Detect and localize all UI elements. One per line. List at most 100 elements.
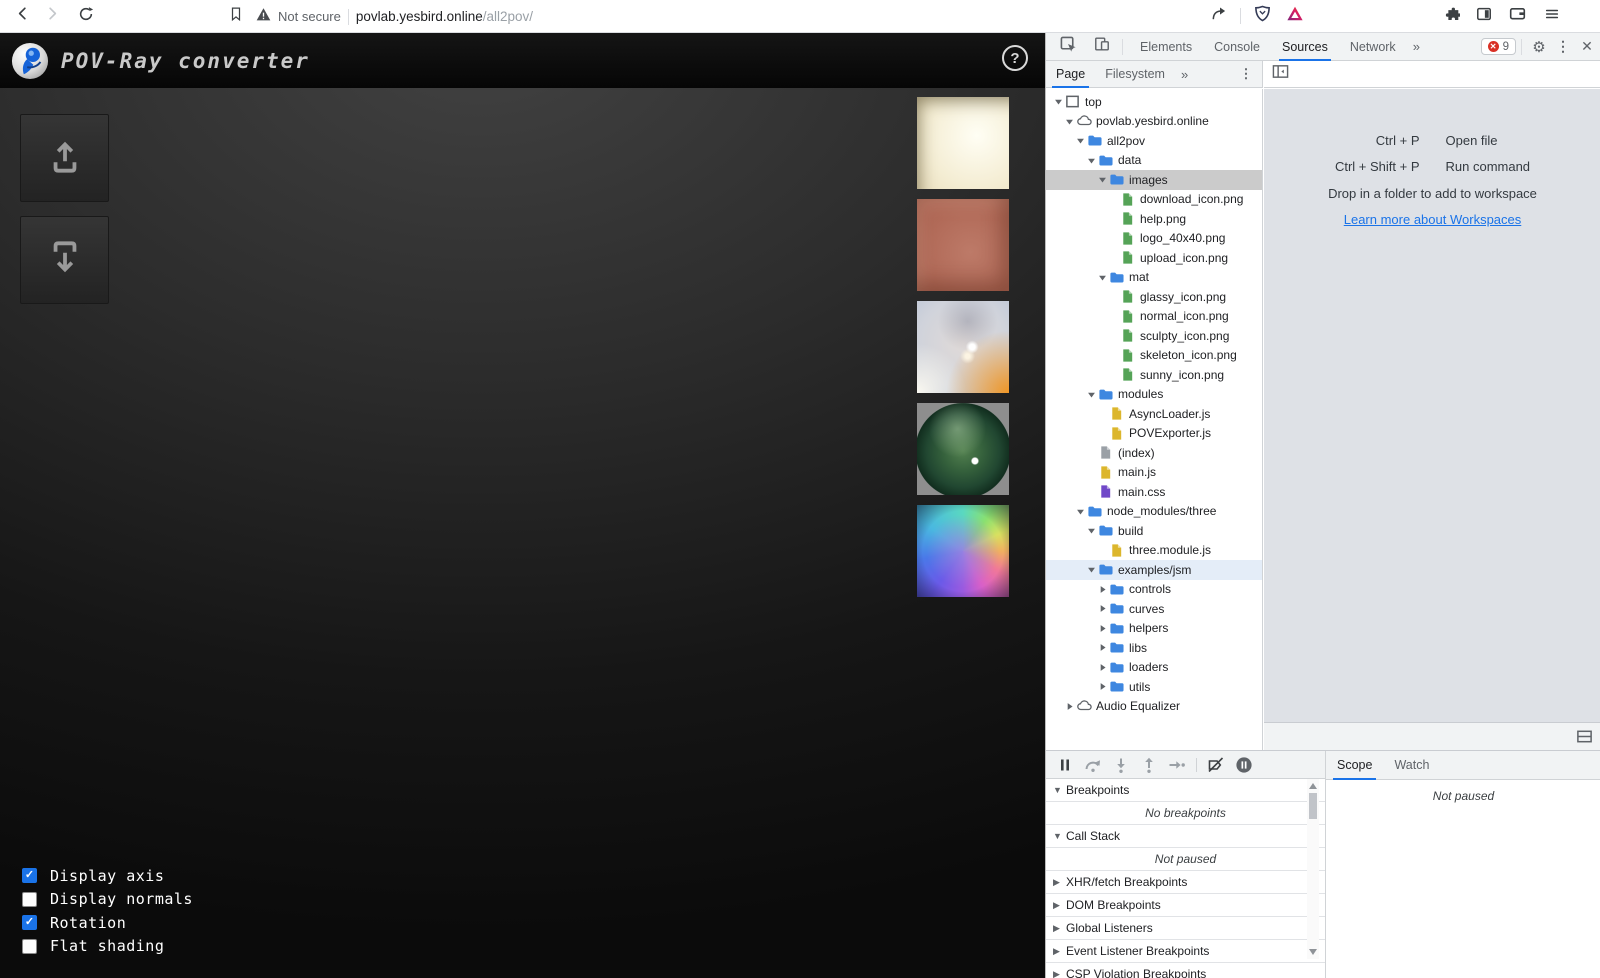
expander-open-icon[interactable]: [1096, 175, 1109, 184]
tree-item[interactable]: images: [1046, 170, 1263, 190]
option-row-flat-shading[interactable]: Flat shading: [22, 935, 193, 959]
address-bar[interactable]: povlab.yesbird.online/all2pov/: [356, 9, 533, 24]
tree-item[interactable]: curves: [1046, 599, 1263, 619]
scrollbar-thumb[interactable]: [1309, 793, 1317, 819]
section-header-xhr-fetch-breakpoints[interactable]: ▶XHR/fetch Breakpoints: [1046, 871, 1325, 894]
expander-open-icon[interactable]: [1085, 526, 1098, 535]
checkbox-unchecked[interactable]: [22, 892, 37, 907]
tree-item[interactable]: build: [1046, 521, 1263, 541]
tree-item[interactable]: (index): [1046, 443, 1263, 463]
tree-item[interactable]: data: [1046, 151, 1263, 171]
back-button[interactable]: [8, 2, 36, 30]
scroll-up-icon[interactable]: [1309, 783, 1317, 789]
tree-item[interactable]: all2pov: [1046, 131, 1263, 151]
section-header-csp-violation-breakpoints[interactable]: ▶CSP Violation Breakpoints: [1046, 963, 1325, 978]
step-into-icon[interactable]: [1112, 756, 1130, 774]
tree-item[interactable]: POVExporter.js: [1046, 424, 1263, 444]
section-header-call-stack[interactable]: ▼Call Stack: [1046, 825, 1325, 848]
expander-closed-icon[interactable]: [1096, 624, 1109, 633]
device-toolbar-button[interactable]: [1088, 33, 1116, 61]
brave-shield-button[interactable]: [1248, 2, 1276, 30]
checkbox-checked[interactable]: ✓: [22, 868, 37, 883]
expander-open-icon[interactable]: [1085, 565, 1098, 574]
tab-console[interactable]: Console: [1203, 33, 1271, 61]
clay-sphere-thumbnail[interactable]: [917, 199, 1009, 291]
more-navigator-tabs-icon[interactable]: »: [1175, 67, 1194, 82]
pause-on-exceptions-icon[interactable]: [1235, 756, 1253, 774]
tree-item[interactable]: controls: [1046, 580, 1263, 600]
green-glass-sphere-thumbnail[interactable]: [917, 403, 1009, 495]
tab-sources[interactable]: Sources: [1271, 33, 1339, 61]
tree-item[interactable]: sunny_icon.png: [1046, 365, 1263, 385]
tree-item[interactable]: upload_icon.png: [1046, 248, 1263, 268]
tree-item[interactable]: glassy_icon.png: [1046, 287, 1263, 307]
option-row-rotation[interactable]: ✓Rotation: [22, 911, 193, 935]
share-button[interactable]: [1204, 2, 1232, 30]
hide-navigator-icon[interactable]: [1272, 63, 1289, 85]
bookmark-button[interactable]: [222, 2, 250, 30]
more-tabs-icon[interactable]: »: [1407, 39, 1426, 54]
deactivate-breakpoints-icon[interactable]: [1207, 756, 1225, 774]
expander-closed-icon[interactable]: [1096, 585, 1109, 594]
navigator-menu-icon[interactable]: ⋮: [1234, 62, 1258, 86]
tree-item[interactable]: skeleton_icon.png: [1046, 346, 1263, 366]
expander-open-icon[interactable]: [1085, 390, 1098, 399]
tab-scope[interactable]: Scope: [1326, 751, 1383, 780]
expander-open-icon[interactable]: [1052, 97, 1065, 106]
tree-item[interactable]: top: [1046, 92, 1263, 112]
inspect-element-button[interactable]: [1054, 33, 1082, 61]
glassy-sphere-thumbnail[interactable]: [917, 301, 1009, 393]
browser-menu-button[interactable]: [1538, 2, 1566, 30]
wallet-button[interactable]: [1503, 2, 1531, 30]
tab-elements[interactable]: Elements: [1129, 33, 1203, 61]
step-out-icon[interactable]: [1140, 756, 1158, 774]
download-pov-button[interactable]: [20, 216, 109, 304]
settings-gear-icon[interactable]: ⚙: [1527, 35, 1551, 59]
tab-watch[interactable]: Watch: [1383, 751, 1440, 780]
expander-closed-icon[interactable]: [1096, 643, 1109, 652]
reload-button[interactable]: [72, 2, 100, 30]
expander-open-icon[interactable]: [1096, 273, 1109, 282]
site-security-chip[interactable]: Not secure povlab.yesbird.online/all2pov…: [256, 0, 533, 33]
scroll-down-icon[interactable]: [1309, 949, 1317, 955]
tree-item[interactable]: logo_40x40.png: [1046, 229, 1263, 249]
devtools-menu-icon[interactable]: ⋮: [1551, 35, 1575, 59]
expander-closed-icon[interactable]: [1096, 663, 1109, 672]
upload-model-button[interactable]: [20, 114, 109, 202]
tree-item[interactable]: sculpty_icon.png: [1046, 326, 1263, 346]
tree-item[interactable]: help.png: [1046, 209, 1263, 229]
section-header-dom-breakpoints[interactable]: ▶DOM Breakpoints: [1046, 894, 1325, 917]
normal-map-sphere-thumbnail[interactable]: [917, 505, 1009, 597]
expander-closed-icon[interactable]: [1063, 702, 1076, 711]
brave-rewards-button[interactable]: [1281, 2, 1309, 30]
panel-layout-toggle-icon[interactable]: [1576, 728, 1593, 750]
tree-item[interactable]: mat: [1046, 268, 1263, 288]
close-devtools-icon[interactable]: ✕: [1575, 35, 1599, 59]
expander-closed-icon[interactable]: [1096, 682, 1109, 691]
sidebar-button[interactable]: [1470, 2, 1498, 30]
expander-open-icon[interactable]: [1074, 507, 1087, 516]
step-icon[interactable]: [1168, 756, 1186, 774]
navigator-tab-page[interactable]: Page: [1046, 61, 1095, 88]
tree-item[interactable]: AsyncLoader.js: [1046, 404, 1263, 424]
option-row-display-normals[interactable]: Display normals: [22, 888, 193, 912]
section-header-global-listeners[interactable]: ▶Global Listeners: [1046, 917, 1325, 940]
ivory-sphere-thumbnail[interactable]: [917, 97, 1009, 189]
tree-item[interactable]: main.js: [1046, 463, 1263, 483]
tree-item[interactable]: node_modules/three: [1046, 502, 1263, 522]
section-header-breakpoints[interactable]: ▼Breakpoints: [1046, 779, 1325, 802]
tree-item[interactable]: Audio Equalizer: [1046, 697, 1263, 717]
forward-button[interactable]: [38, 2, 66, 30]
tree-item[interactable]: examples/jsm: [1046, 560, 1263, 580]
checkbox-unchecked[interactable]: [22, 939, 37, 954]
tree-item[interactable]: loaders: [1046, 658, 1263, 678]
step-over-icon[interactable]: [1084, 756, 1102, 774]
expander-open-icon[interactable]: [1085, 156, 1098, 165]
tree-item[interactable]: povlab.yesbird.online: [1046, 112, 1263, 132]
extensions-button[interactable]: [1438, 2, 1466, 30]
tree-item[interactable]: main.css: [1046, 482, 1263, 502]
pause-icon[interactable]: [1056, 756, 1074, 774]
tree-item[interactable]: normal_icon.png: [1046, 307, 1263, 327]
navigator-tab-filesystem[interactable]: Filesystem: [1095, 61, 1175, 88]
checkbox-checked[interactable]: ✓: [22, 915, 37, 930]
